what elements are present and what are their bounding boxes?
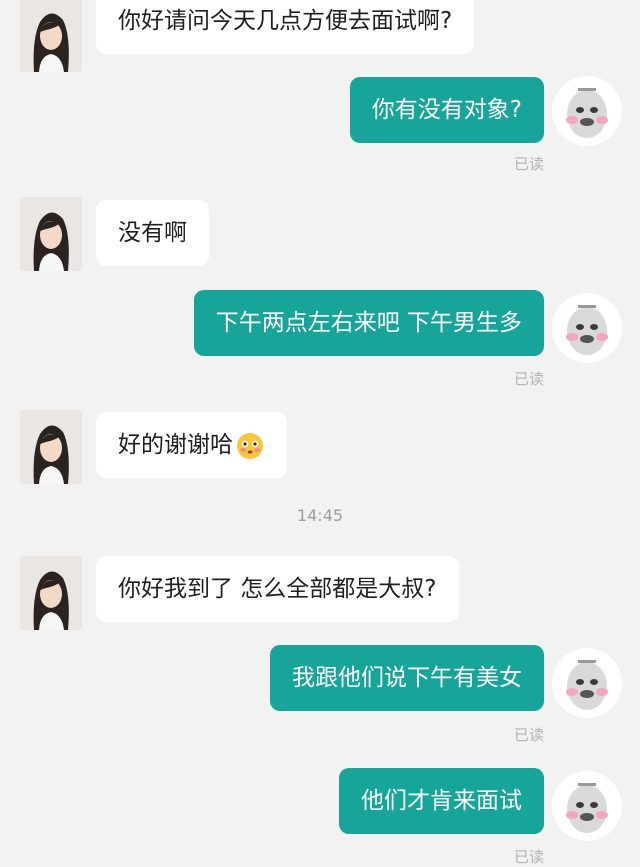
girl-avatar-icon — [20, 197, 82, 271]
contact-avatar[interactable] — [20, 197, 82, 271]
my-avatar[interactable] — [552, 293, 622, 363]
read-status: 已读 — [513, 370, 544, 388]
message-bubble-incoming[interactable]: 你好请问今天几点方便去面试啊? — [96, 0, 475, 54]
read-status: 已读 — [513, 726, 544, 744]
girl-avatar-icon — [20, 410, 82, 484]
timestamp: 14:45 — [296, 506, 344, 525]
message-bubble-outgoing[interactable]: 下午两点左右来吧 下午男生多 — [193, 290, 544, 356]
meme-face-avatar-icon — [552, 293, 622, 363]
message-bubble-incoming[interactable]: 好的谢谢哈 — [96, 412, 287, 478]
meme-face-avatar-icon — [552, 648, 622, 718]
message-bubble-outgoing[interactable]: 他们才肯来面试 — [339, 768, 544, 834]
contact-avatar[interactable] — [20, 556, 82, 630]
meme-face-avatar-icon — [552, 771, 622, 841]
message-text: 好的谢谢哈 — [118, 432, 233, 458]
contact-avatar[interactable] — [20, 0, 82, 72]
message-bubble-outgoing[interactable]: 我跟他们说下午有美女 — [270, 645, 544, 711]
my-avatar[interactable] — [552, 76, 622, 146]
contact-avatar[interactable] — [20, 410, 82, 484]
message-bubble-incoming[interactable]: 你好我到了 怎么全部都是大叔? — [96, 556, 459, 622]
my-avatar[interactable] — [552, 771, 622, 841]
read-status: 已读 — [513, 155, 544, 173]
girl-avatar-icon — [20, 556, 82, 630]
flushed-face-emoji-icon — [237, 432, 263, 459]
girl-avatar-icon — [20, 0, 82, 72]
message-bubble-incoming[interactable]: 没有啊 — [96, 200, 209, 266]
meme-face-avatar-icon — [552, 76, 622, 146]
message-bubble-outgoing[interactable]: 你有没有对象? — [349, 77, 544, 143]
my-avatar[interactable] — [552, 648, 622, 718]
